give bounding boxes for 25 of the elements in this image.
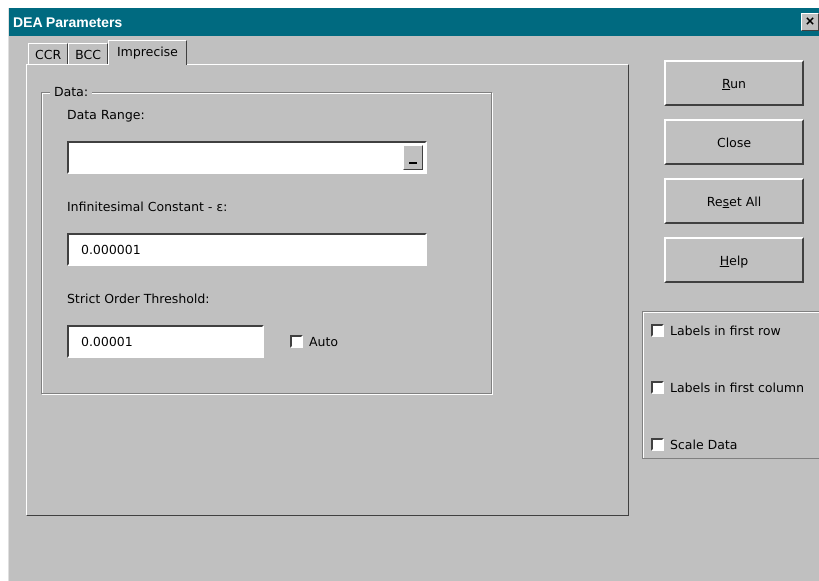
input-field[interactable]: 0.00001 <box>67 325 264 358</box>
close-button[interactable]: × <box>801 13 819 31</box>
group-title: Data: <box>50 84 92 99</box>
checkbox[interactable] <box>651 324 664 336</box>
field-label: Data Range: <box>67 107 146 124</box>
checkbox[interactable] <box>290 335 303 348</box>
checkbox[interactable] <box>651 380 664 394</box>
checkbox-label: Auto <box>309 334 338 349</box>
tab[interactable]: CCR <box>28 43 68 64</box>
checkbox-label: Labels in first row <box>670 322 781 338</box>
input-field[interactable]: 0.000001 <box>67 233 427 266</box>
range-picker-icon[interactable] <box>403 145 423 170</box>
range-field[interactable] <box>67 141 427 174</box>
button[interactable]: Help <box>664 237 804 283</box>
window-title: DEA Parameters <box>12 14 122 30</box>
checkbox-label: Labels in first column <box>670 380 804 394</box>
tab[interactable]: Imprecise <box>108 40 187 65</box>
button[interactable]: Run <box>664 60 804 106</box>
field-label: Strict Order Threshold: <box>67 291 211 308</box>
button[interactable]: Close <box>664 119 804 165</box>
checkbox[interactable] <box>651 438 664 450</box>
checkbox-label: Scale Data <box>670 436 738 452</box>
button[interactable]: Reset All <box>664 178 804 224</box>
tab[interactable]: BCC <box>68 43 108 64</box>
field-label: Infinitesimal Constant - ε: <box>67 199 228 216</box>
